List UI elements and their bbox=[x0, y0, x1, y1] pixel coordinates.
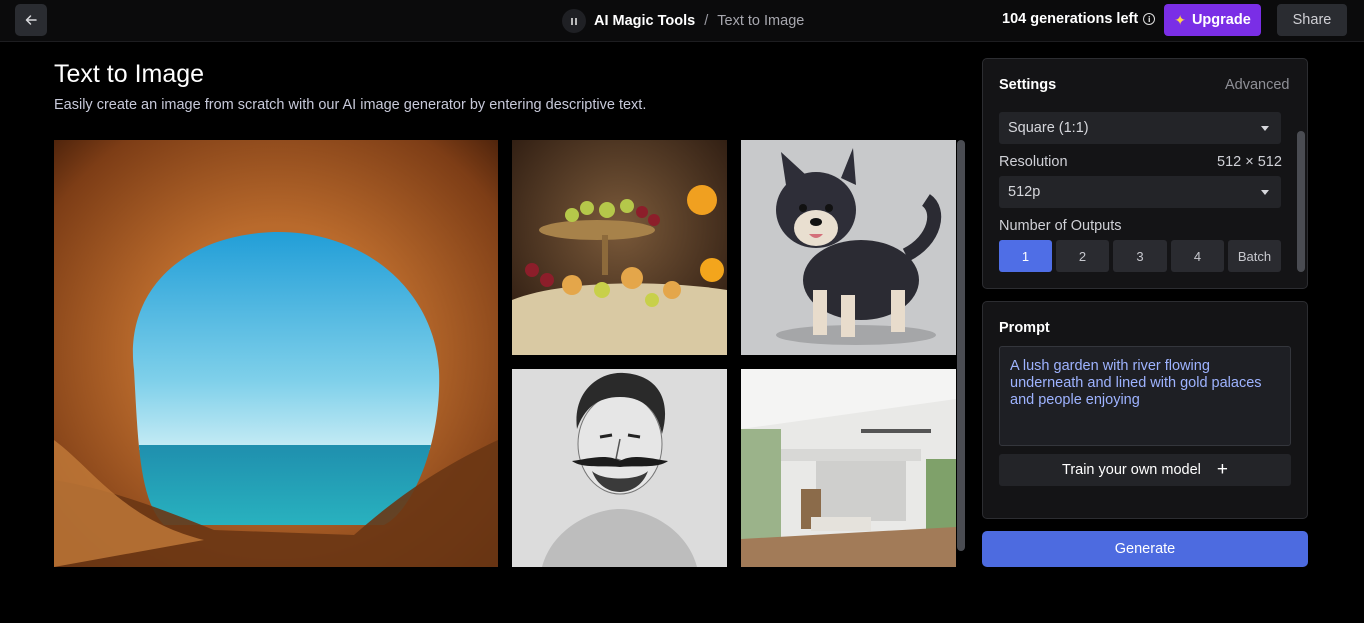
chevron-down-icon bbox=[1261, 126, 1269, 131]
outputs-label: Number of Outputs bbox=[999, 218, 1122, 234]
fruit-still-life-image[interactable] bbox=[512, 140, 727, 355]
output-option-3[interactable]: 3 bbox=[1113, 240, 1167, 272]
settings-title: Settings bbox=[999, 77, 1057, 93]
back-button[interactable] bbox=[15, 4, 47, 36]
resolution-value: 512 × 512 bbox=[1217, 154, 1282, 170]
settings-scrollbar[interactable] bbox=[1297, 131, 1305, 272]
resolution-select[interactable]: 512p bbox=[999, 176, 1281, 208]
husky-puppy-image[interactable] bbox=[741, 140, 956, 355]
breadcrumb-separator: / bbox=[704, 13, 709, 29]
generations-left-text: 104 generations left bbox=[1002, 11, 1139, 27]
chevron-down-icon bbox=[1261, 190, 1269, 195]
upgrade-label: Upgrade bbox=[1191, 12, 1251, 28]
output-option-2[interactable]: 2 bbox=[1056, 240, 1109, 272]
output-option-4[interactable]: 4 bbox=[1171, 240, 1224, 272]
train-model-button[interactable]: Train your own model + bbox=[999, 454, 1291, 486]
top-bar: AI Magic Tools / Text to Image 104 gener… bbox=[0, 0, 1364, 42]
train-model-label: Train your own model bbox=[1062, 462, 1201, 478]
modern-interior-image[interactable] bbox=[741, 369, 956, 567]
resolution-label: Resolution bbox=[999, 154, 1068, 170]
generations-counter: 104 generations left i bbox=[1002, 11, 1156, 27]
prompt-input[interactable]: A lush garden with river flowing underne… bbox=[999, 346, 1291, 446]
upgrade-button[interactable]: ✦ Upgrade bbox=[1164, 4, 1261, 36]
output-option-batch[interactable]: Batch bbox=[1228, 240, 1281, 272]
breadcrumb-root[interactable]: AI Magic Tools bbox=[594, 13, 695, 29]
arrow-left-icon bbox=[25, 15, 37, 25]
output-option-1[interactable]: 1 bbox=[999, 240, 1052, 272]
cave-ocean-image[interactable] bbox=[54, 140, 498, 567]
breadcrumb: AI Magic Tools / Text to Image bbox=[562, 9, 804, 33]
mustache-portrait-image[interactable] bbox=[512, 369, 727, 567]
sparkle-icon: ✦ bbox=[1174, 11, 1186, 28]
gallery-scrollbar[interactable] bbox=[957, 140, 965, 551]
info-icon[interactable]: i bbox=[1143, 13, 1156, 25]
generate-button[interactable]: Generate bbox=[982, 531, 1308, 567]
breadcrumb-current: Text to Image bbox=[717, 13, 805, 29]
page-subtitle: Easily create an image from scratch with… bbox=[54, 97, 647, 113]
resolution-select-value: 512p bbox=[1008, 184, 1041, 200]
prompt-title: Prompt bbox=[999, 320, 1050, 336]
pause-icon[interactable] bbox=[562, 9, 586, 33]
page-title: Text to Image bbox=[54, 60, 205, 88]
share-button[interactable]: Share bbox=[1277, 4, 1347, 36]
aspect-ratio-select[interactable]: Square (1:1) bbox=[999, 112, 1281, 144]
plus-icon: + bbox=[1216, 459, 1228, 480]
advanced-toggle[interactable]: Advanced bbox=[1225, 77, 1290, 93]
aspect-ratio-value: Square (1:1) bbox=[1008, 120, 1089, 136]
